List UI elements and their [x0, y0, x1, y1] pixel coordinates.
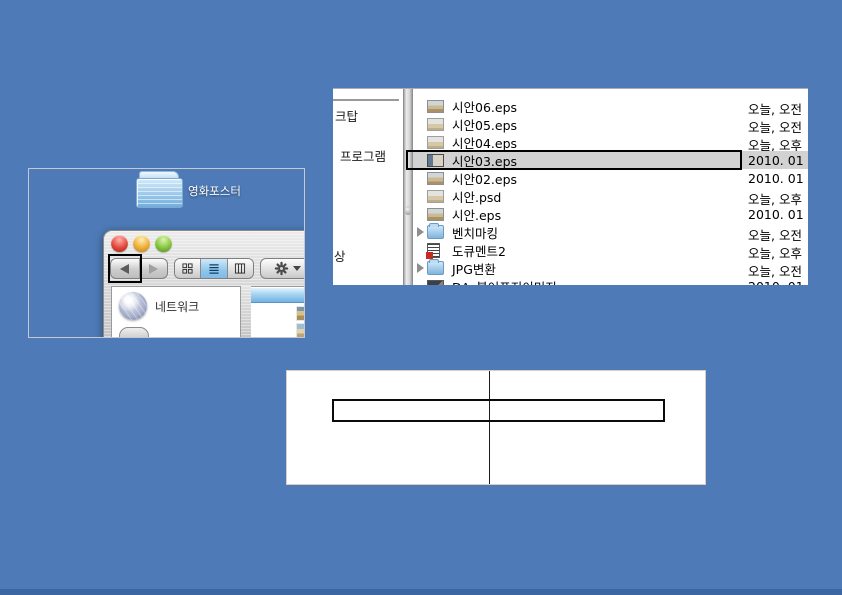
eps-thumbnail-icon	[427, 100, 444, 113]
eps-thumbnail-icon	[427, 208, 444, 221]
network-label: 네트워크	[155, 298, 199, 315]
eps-thumbnail-icon	[427, 154, 444, 167]
column-header[interactable]	[251, 288, 305, 303]
gear-icon	[274, 261, 289, 276]
drawn-rectangle	[332, 399, 665, 422]
file-row[interactable]: 시안02.eps 2010. 01	[413, 169, 808, 187]
file-name: 도큐멘트2	[452, 241, 506, 260]
list-view-icon	[208, 263, 220, 274]
screenshot-fragment-filelist: 크탑 프로그램 상 시안06.eps 오늘, 오전 시안05.eps 오늘, 오…	[333, 88, 808, 285]
forward-button[interactable]	[140, 259, 168, 278]
file-name: 시안04.eps	[452, 133, 517, 152]
disclosure-triangle-icon[interactable]	[417, 227, 424, 237]
zoom-button[interactable]	[155, 235, 172, 252]
file-name: JPG변환	[452, 259, 496, 278]
back-button-highlight-rectangle	[108, 254, 142, 283]
column-view-button[interactable]	[227, 259, 253, 278]
file-name: 시안02.eps	[452, 169, 517, 188]
file-row[interactable]: 시안.psd 오늘, 오후	[413, 187, 808, 205]
file-date: 2010. 01	[748, 171, 804, 186]
file-name: 시안03.eps	[452, 151, 517, 170]
photo-thumbnail[interactable]	[296, 306, 305, 321]
sidebar-item-desktop[interactable]: 크탑	[335, 106, 358, 125]
finder-window-content: 네트워크	[111, 286, 305, 338]
file-row[interactable]: 시안04.eps 오늘, 오후	[413, 133, 808, 151]
file-name: 벤치마킹	[452, 223, 498, 242]
photo-thumbnail[interactable]	[296, 323, 305, 338]
file-row-selected[interactable]: 시안03.eps 2010. 01	[413, 151, 808, 169]
file-row[interactable]: JPG변환 오늘, 오전	[413, 259, 808, 277]
sidebar-item-applications[interactable]: 프로그램	[340, 146, 386, 165]
sidebar-divider[interactable]	[241, 286, 251, 338]
sidebar-item-network[interactable]: 네트워크	[119, 292, 240, 320]
folder-icon-front	[136, 178, 183, 208]
file-row[interactable]: 벤치마킹 오늘, 오전	[413, 223, 808, 241]
eps-thumbnail-icon	[427, 136, 444, 149]
disclosure-slot	[413, 263, 427, 273]
filelist-sidebar: 크탑 프로그램 상	[333, 89, 403, 285]
file-row[interactable]: 시안.eps 2010. 01	[413, 205, 808, 223]
eps-thumbnail-icon	[427, 118, 444, 131]
file-row[interactable]: DA_붙어표지이미지.eps 2010. 01	[413, 277, 808, 285]
file-date: 2010. 01	[748, 207, 804, 222]
desktop-bottom-strip	[0, 589, 842, 595]
file-date: 2010. 01	[748, 153, 804, 168]
traffic-lights	[111, 235, 172, 252]
divider-knob[interactable]	[405, 206, 411, 215]
folder-icon	[427, 225, 444, 239]
file-row[interactable]: 시안05.eps 오늘, 오전	[413, 115, 808, 133]
finder-window: 네트워크	[103, 230, 305, 338]
file-name: DA_붙어표지이미지.eps	[452, 277, 583, 286]
chevron-down-icon	[293, 266, 301, 271]
forward-icon	[149, 264, 158, 274]
folder-icon	[427, 261, 444, 275]
file-list: 시안06.eps 오늘, 오전 시안05.eps 오늘, 오전 시안04.eps…	[413, 89, 808, 285]
folder-icon	[135, 170, 185, 210]
icon-view-button[interactable]	[175, 259, 200, 278]
vertical-guide-line	[489, 371, 490, 484]
minimize-button[interactable]	[133, 235, 150, 252]
screenshot-fragment-finder: 영화포스터	[28, 168, 305, 338]
psd-thumbnail-icon	[427, 190, 444, 203]
eps-thumbnail-icon	[427, 172, 444, 185]
file-name: 시안.eps	[452, 205, 501, 224]
document-canvas	[286, 370, 706, 485]
file-name: 시안06.eps	[452, 97, 517, 116]
file-row[interactable]: 도큐멘트2 오늘, 오후	[413, 241, 808, 259]
file-row[interactable]: 시안06.eps 오늘, 오전	[413, 97, 808, 115]
action-menu-button[interactable]	[260, 258, 305, 279]
disclosure-triangle-icon[interactable]	[417, 263, 424, 273]
folder-label: 영화포스터	[188, 183, 241, 199]
eps-thumbnail-icon	[427, 280, 444, 286]
file-date: 2010. 01	[748, 279, 804, 285]
hard-disk-icon[interactable]	[119, 327, 149, 338]
disclosure-slot	[413, 227, 427, 237]
column-view-icon	[234, 263, 246, 274]
sidebar-separator	[333, 99, 399, 101]
list-view-button[interactable]	[200, 259, 226, 278]
finder-sidebar: 네트워크	[111, 286, 241, 338]
network-globe-icon	[119, 292, 147, 320]
file-name: 시안.psd	[452, 187, 501, 206]
icon-view-icon	[182, 263, 193, 274]
file-name: 시안05.eps	[452, 115, 517, 134]
view-mode-group	[174, 258, 254, 279]
close-button[interactable]	[111, 235, 128, 252]
sidebar-item-movies[interactable]: 상	[334, 246, 346, 265]
finder-content-area	[251, 286, 305, 338]
desktop-folder[interactable]: 영화포스터	[135, 170, 285, 212]
sidebar-resize-divider[interactable]	[403, 89, 413, 285]
document-icon	[427, 243, 440, 258]
